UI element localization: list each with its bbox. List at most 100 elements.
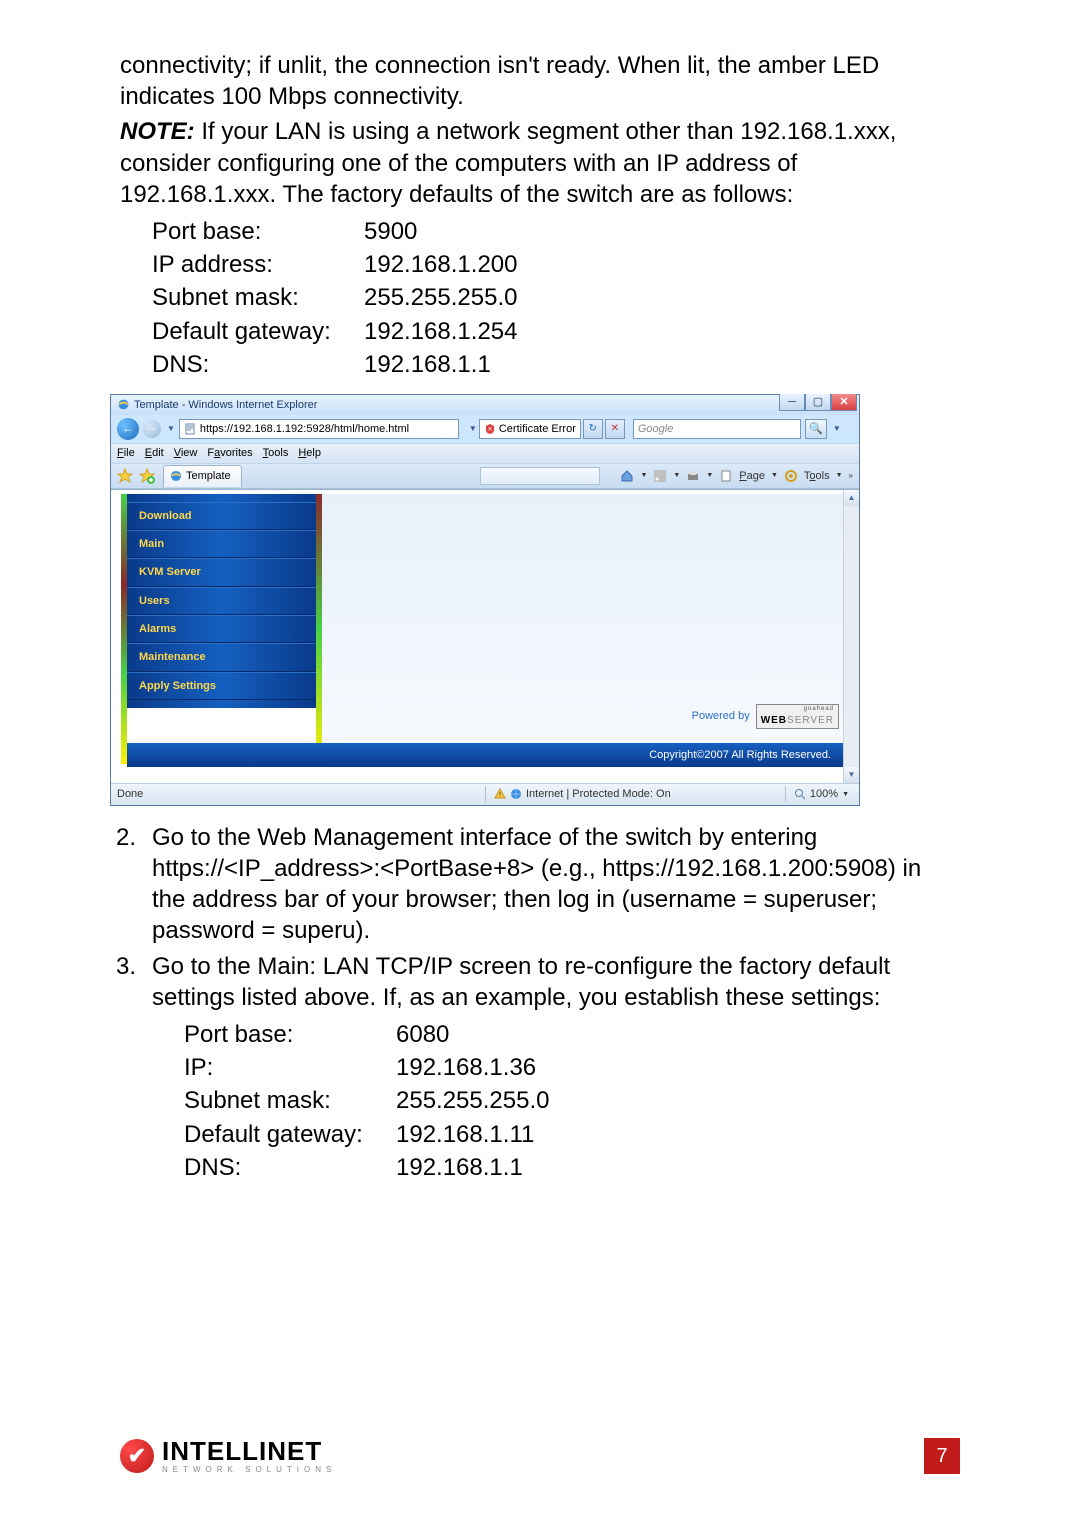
numbered-steps: 2. Go to the Web Management interface of…	[120, 822, 960, 1197]
cert-error-area: ▼ ✕ Certificate Error ↻ ✕	[467, 419, 625, 439]
menu-edit[interactable]: Edit	[145, 446, 164, 460]
window-controls: ─ ▢ ✕	[779, 394, 857, 411]
brand-logo: ✔ INTELLINET NETWORK SOLUTIONS	[120, 1438, 336, 1474]
default-key: IP address:	[152, 249, 362, 280]
sidebar-item-maintenance[interactable]: Maintenance	[127, 643, 316, 671]
page-icon	[184, 423, 196, 435]
setting-key: Port base:	[184, 1019, 394, 1050]
default-key: Default gateway:	[152, 316, 362, 347]
forward-button[interactable]: →	[143, 420, 161, 438]
search-dropdown-icon[interactable]: ▼	[833, 424, 841, 434]
step-body: Go to the Web Management interface of th…	[152, 822, 960, 947]
setting-value: 192.168.1.1	[396, 1152, 549, 1183]
dropdown-icon[interactable]: ▼	[842, 790, 849, 799]
default-value: 192.168.1.254	[364, 316, 517, 347]
nav-dropdown-icon[interactable]: ▼	[167, 424, 175, 434]
addr-dropdown-icon[interactable]: ▼	[469, 424, 477, 434]
step-body: Go to the Main: LAN TCP/IP screen to re-…	[152, 951, 960, 1197]
search-button[interactable]: 🔍	[805, 419, 827, 439]
webserver-badge: goahead WEBSERVER	[756, 704, 839, 729]
stop-button[interactable]: ✕	[605, 419, 625, 439]
globe-icon	[510, 788, 522, 800]
brand-name: INTELLINET	[162, 1438, 336, 1464]
step-number: 3.	[116, 951, 152, 1197]
powered-by-label: Powered by	[692, 709, 750, 723]
back-button[interactable]: ←	[117, 418, 139, 440]
default-key: DNS:	[152, 349, 362, 380]
svg-text:!: !	[499, 792, 501, 799]
sidebar-item-kvm[interactable]: KVM Server	[127, 558, 316, 586]
title-bar: Template - Windows Internet Explorer ─ ▢…	[111, 395, 859, 415]
tools-menu-icon	[784, 469, 798, 483]
status-right: 100% ▼	[781, 786, 849, 802]
tools-menu[interactable]: Tools	[804, 469, 830, 483]
vertical-scrollbar[interactable]: ▲ ▼	[843, 490, 859, 783]
search-input[interactable]: Google	[633, 419, 801, 439]
dropdown-icon[interactable]: ▼	[673, 471, 680, 480]
note-body: If your LAN is using a network segment o…	[120, 118, 896, 207]
tab-bar: Template ▼ ▼ ▼ Page ▼ Tools ▼ »	[111, 463, 859, 489]
page-menu[interactable]: Page	[739, 469, 765, 483]
sidebar-item-alarms[interactable]: Alarms	[127, 615, 316, 643]
dropdown-icon[interactable]: ▼	[640, 471, 647, 480]
setting-value: 192.168.1.36	[396, 1052, 549, 1083]
menu-view[interactable]: View	[174, 446, 198, 460]
setting-key: Subnet mask:	[184, 1085, 394, 1116]
feed-icon[interactable]	[653, 469, 667, 483]
sidebar-item-users[interactable]: Users	[127, 587, 316, 615]
ie-icon	[117, 398, 130, 411]
close-button[interactable]: ✕	[831, 394, 857, 411]
zoom-level: 100%	[810, 787, 838, 801]
scroll-up-icon[interactable]: ▲	[844, 490, 859, 506]
dropdown-icon[interactable]: ▼	[706, 471, 713, 480]
navigation-bar: ← → ▼ https://192.168.1.192:5928/html/ho…	[111, 415, 859, 443]
sidebar-item-download[interactable]: Download	[127, 502, 316, 530]
setting-value: 255.255.255.0	[396, 1085, 549, 1116]
page-number: 7	[924, 1438, 960, 1474]
minimize-button[interactable]: ─	[779, 394, 805, 411]
url-text: https://192.168.1.192:5928/html/home.htm…	[200, 422, 409, 436]
maximize-button[interactable]: ▢	[805, 394, 831, 411]
warning-icon: !	[494, 788, 506, 800]
note-label: NOTE:	[120, 118, 195, 145]
page-menu-icon	[719, 469, 733, 483]
step-2: 2. Go to the Web Management interface of…	[120, 822, 960, 947]
scroll-down-icon[interactable]: ▼	[844, 767, 859, 783]
dropdown-icon[interactable]: ▼	[836, 471, 843, 480]
page-footer: ✔ INTELLINET NETWORK SOLUTIONS 7	[120, 1438, 960, 1474]
step-3-lead: Go to the Main: LAN TCP/IP screen to re-…	[152, 951, 960, 1013]
menu-tools[interactable]: Tools	[263, 446, 289, 460]
page-content: Download Main KVM Server Users Alarms Ma…	[111, 489, 859, 783]
refresh-button[interactable]: ↻	[583, 419, 603, 439]
menu-file[interactable]: File	[117, 446, 135, 460]
default-key: Port base:	[152, 216, 362, 247]
logo-checkmark-icon: ✔	[120, 1439, 154, 1473]
blank-tab[interactable]	[480, 467, 600, 485]
browser-tab[interactable]: Template	[163, 465, 242, 486]
favorites-star-icon[interactable]	[117, 468, 133, 484]
browser-screenshot: Template - Windows Internet Explorer ─ ▢…	[110, 394, 860, 806]
default-key: Subnet mask:	[152, 282, 362, 313]
address-bar[interactable]: https://192.168.1.192:5928/html/home.htm…	[179, 419, 459, 439]
sidebar-item-apply[interactable]: Apply Settings	[127, 672, 316, 700]
sidebar-nav: Download Main KVM Server Users Alarms Ma…	[127, 494, 316, 708]
menu-favorites[interactable]: Favorites	[207, 446, 252, 460]
menu-help[interactable]: Help	[298, 446, 321, 460]
step-number: 2.	[116, 822, 152, 947]
chevron-more-icon[interactable]: »	[849, 471, 853, 481]
brand-tagline: NETWORK SOLUTIONS	[162, 1466, 336, 1474]
zoom-icon[interactable]	[794, 788, 806, 800]
status-bar: Done ! Internet | Protected Mode: On 100…	[111, 783, 859, 805]
command-toolbar: ▼ ▼ ▼ Page ▼ Tools ▼ »	[620, 469, 853, 483]
add-favorite-icon[interactable]	[139, 468, 155, 484]
certificate-error-badge[interactable]: ✕ Certificate Error	[479, 419, 581, 439]
shield-icon: ✕	[484, 423, 496, 435]
setting-value: 6080	[396, 1019, 549, 1050]
status-protected-mode: Internet | Protected Mode: On	[526, 787, 671, 801]
dropdown-icon[interactable]: ▼	[771, 471, 778, 480]
home-icon[interactable]	[620, 469, 634, 483]
print-icon[interactable]	[686, 469, 700, 483]
ie-icon	[170, 470, 182, 482]
factory-defaults-table: Port base:5900 IP address:192.168.1.200 …	[150, 214, 519, 382]
sidebar-item-main[interactable]: Main	[127, 530, 316, 558]
